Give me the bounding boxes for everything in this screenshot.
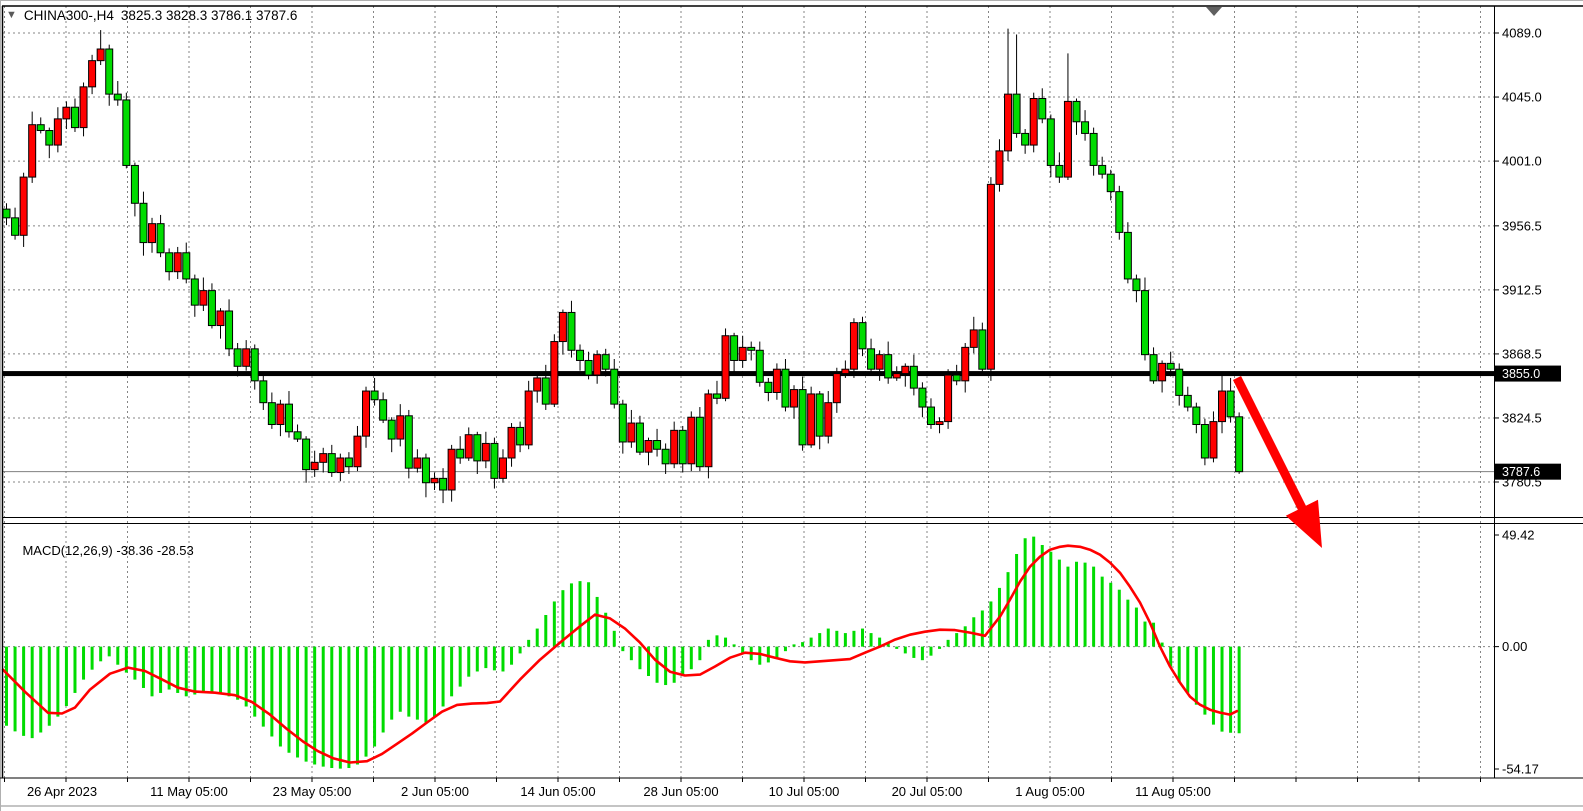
svg-text:20 Jul 05:00: 20 Jul 05:00 <box>892 784 963 799</box>
macd-name: MACD(12,26,9) <box>22 543 112 558</box>
svg-text:14 Jun 05:00: 14 Jun 05:00 <box>520 784 595 799</box>
svg-text:3787.6: 3787.6 <box>1502 465 1540 479</box>
grid-layer <box>3 6 1494 778</box>
svg-text:11 Aug 05:00: 11 Aug 05:00 <box>1135 784 1211 799</box>
price-axis[interactable]: 4089.0 4045.0 4001.0 3956.5 3912.5 3868.5 3824… <box>1494 26 1542 777</box>
svg-text:28 Jun 05:00: 28 Jun 05:00 <box>643 784 718 799</box>
svg-text:4089.0: 4089.0 <box>1502 26 1542 41</box>
svg-text:3824.5: 3824.5 <box>1502 410 1542 425</box>
svg-text:49.42: 49.42 <box>1502 528 1535 543</box>
price-chart-canvas[interactable]: 4089.0 4045.0 4001.0 3956.5 3912.5 3868.5 3824… <box>0 0 1583 811</box>
time-axis[interactable]: 26 Apr 2023 11 May 05:00 23 May 05:00 2 Jun… <box>5 778 1481 799</box>
svg-text:4045.0: 4045.0 <box>1502 90 1542 105</box>
trading-terminal-window: 4089.0 4045.0 4001.0 3956.5 3912.5 3868.5 3824… <box>0 0 1583 811</box>
chart-top-marker-icon <box>1206 7 1222 16</box>
svg-text:0.00: 0.00 <box>1502 639 1527 654</box>
svg-text:2 Jun 05:00: 2 Jun 05:00 <box>401 784 469 799</box>
svg-text:4001.0: 4001.0 <box>1502 154 1542 169</box>
macd-values: -38.36 -28.53 <box>116 543 193 558</box>
svg-text:3956.5: 3956.5 <box>1502 218 1542 233</box>
svg-text:-54.17: -54.17 <box>1502 762 1539 777</box>
symbol-dropdown-icon: ▼ <box>6 10 17 21</box>
svg-text:3868.5: 3868.5 <box>1502 346 1542 361</box>
support-line-3855[interactable] <box>3 371 1494 376</box>
svg-text:23 May 05:00: 23 May 05:00 <box>273 784 352 799</box>
svg-text:11 May 05:00: 11 May 05:00 <box>150 784 228 799</box>
svg-text:10 Jul 05:00: 10 Jul 05:00 <box>769 784 840 799</box>
svg-text:26 Apr 2023: 26 Apr 2023 <box>27 784 97 799</box>
symbol-ohlc-values: 3825.3 3828.3 3786.1 3787.6 <box>121 8 297 23</box>
svg-text:3855.0: 3855.0 <box>1502 367 1540 381</box>
svg-text:3912.5: 3912.5 <box>1502 282 1542 297</box>
symbol-header: ▼ CHINA300-,H4 3825.3 3828.3 3786.1 3787.6 <box>6 8 297 23</box>
macd-indicator-label: MACD(12,26,9) -38.36 -28.53 <box>8 528 194 573</box>
trend-arrow[interactable] <box>1237 378 1322 548</box>
svg-text:1 Aug 05:00: 1 Aug 05:00 <box>1015 784 1084 799</box>
symbol-timeframe-label: CHINA300-,H4 <box>24 8 114 23</box>
